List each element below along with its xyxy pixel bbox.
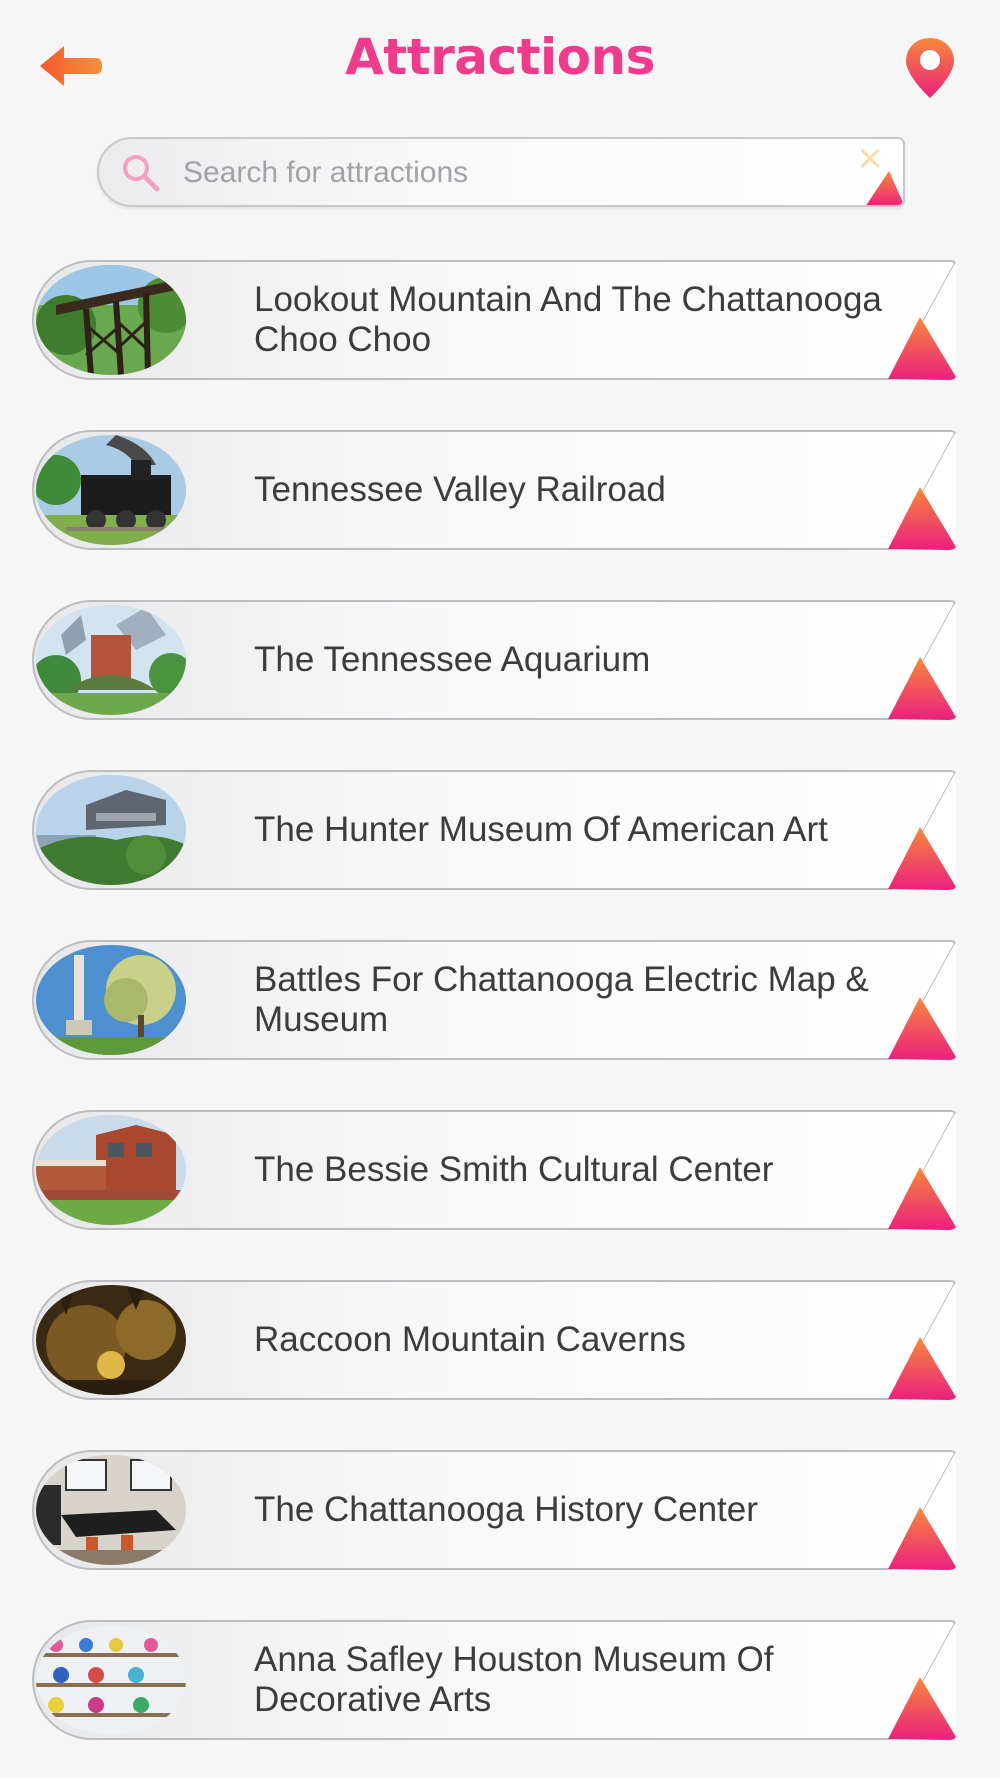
map-button[interactable] <box>904 36 956 100</box>
list-item[interactable]: The Bessie Smith Cultural Center <box>30 1109 958 1231</box>
brick-building-image <box>36 1115 186 1225</box>
attraction-thumbnail <box>36 435 186 545</box>
attraction-name: Tennessee Valley Railroad <box>254 470 666 509</box>
page-title: Attractions <box>345 28 655 86</box>
list-item[interactable]: Anna Safley Houston Museum Of Decorative… <box>30 1619 958 1741</box>
list-item[interactable]: The Chattanooga History Center <box>30 1449 958 1571</box>
search-corner-decoration <box>866 171 903 205</box>
list-item[interactable]: Lookout Mountain And The Chattanooga Cho… <box>30 259 958 381</box>
list-item[interactable]: The Hunter Museum Of American Art <box>30 769 958 891</box>
steam-locomotive-image <box>36 435 186 545</box>
museum-on-bluff-image <box>36 775 186 885</box>
list-item[interactable]: Tennessee Valley Railroad <box>30 429 958 551</box>
search-icon <box>123 155 160 192</box>
list-item[interactable]: The Tennessee Aquarium <box>30 599 958 721</box>
attraction-thumbnail <box>36 945 186 1055</box>
attraction-thumbnail <box>36 1285 186 1395</box>
attraction-name: Lookout Mountain And The Chattanooga Cho… <box>254 280 882 359</box>
attraction-name: Anna Safley Houston Museum Of Decorative… <box>254 1640 774 1719</box>
attraction-thumbnail <box>36 1115 186 1225</box>
glass-shelves-image <box>36 1625 186 1735</box>
attraction-thumbnail <box>36 1625 186 1735</box>
search-bar[interactable]: × <box>97 137 905 207</box>
monument-and-tree-image <box>36 945 186 1055</box>
office-interior-image <box>36 1455 186 1565</box>
attraction-name: Battles For Chattanooga Electric Map & M… <box>254 960 869 1039</box>
attraction-name: The Hunter Museum Of American Art <box>254 810 828 849</box>
list-item[interactable]: Raccoon Mountain Caverns <box>30 1279 958 1401</box>
cave-interior-image <box>36 1285 186 1395</box>
attraction-thumbnail <box>36 605 186 715</box>
attraction-name: The Bessie Smith Cultural Center <box>254 1150 774 1189</box>
search-input[interactable] <box>183 151 783 195</box>
attraction-name: Raccoon Mountain Caverns <box>254 1320 686 1359</box>
attraction-thumbnail <box>36 1455 186 1565</box>
aquarium-building-image <box>36 605 186 715</box>
map-pin-icon <box>906 38 954 98</box>
app-header: Attractions <box>0 0 1000 130</box>
list-item[interactable]: Battles For Chattanooga Electric Map & M… <box>30 939 958 1061</box>
trestle-bridge-image <box>36 265 186 375</box>
attraction-thumbnail <box>36 265 186 375</box>
attraction-name: The Tennessee Aquarium <box>254 640 651 679</box>
attraction-name: The Chattanooga History Center <box>254 1490 758 1529</box>
attraction-thumbnail <box>36 775 186 885</box>
